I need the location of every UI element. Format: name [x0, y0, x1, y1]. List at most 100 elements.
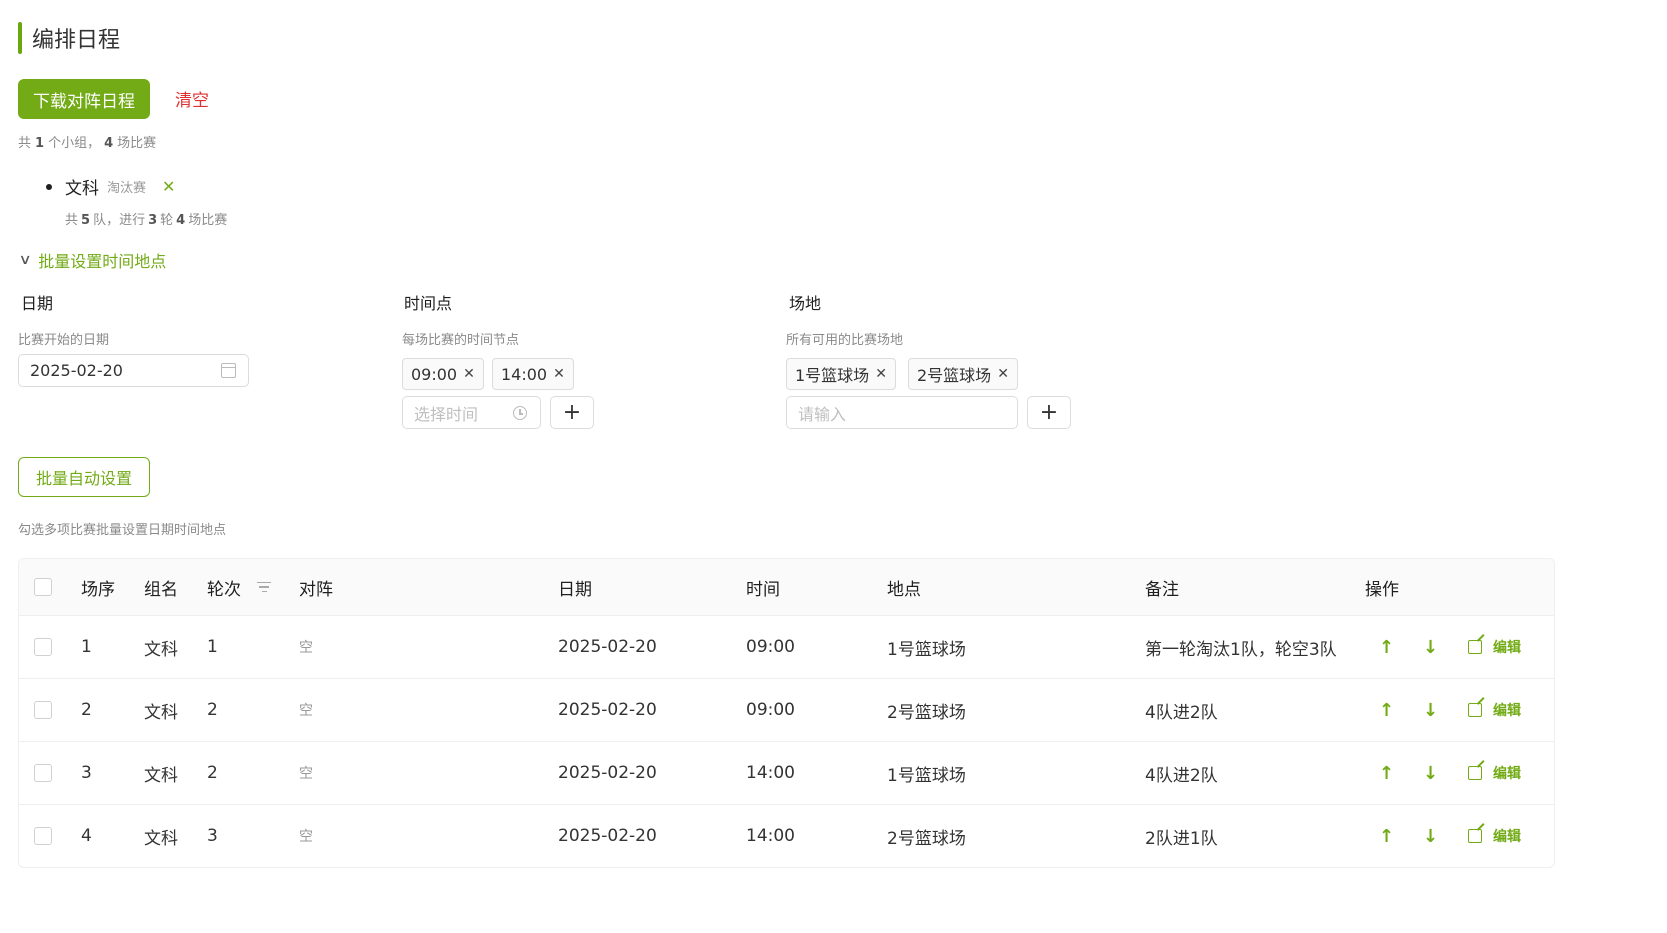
column-header-actions: 操作 — [1365, 579, 1399, 600]
cell-time: 14:00 — [746, 763, 795, 783]
time-tag: 14:00 ✕ — [492, 358, 574, 390]
edit-button[interactable]: 编辑 — [1468, 742, 1521, 804]
cell-match: 空 — [299, 640, 313, 656]
row-checkbox[interactable] — [34, 827, 52, 845]
move-down-icon[interactable]: ↓ — [1423, 805, 1438, 867]
column-header-time: 时间 — [746, 579, 780, 600]
cell-round: 2 — [207, 700, 218, 720]
remove-group-icon[interactable]: ✕ — [162, 177, 175, 196]
time-hint: 每场比赛的时间节点 — [402, 333, 520, 348]
edit-button[interactable]: 编辑 — [1468, 616, 1521, 678]
clear-button[interactable]: 清空 — [175, 86, 209, 111]
edit-button[interactable]: 编辑 — [1468, 805, 1521, 867]
cell-match: 空 — [299, 829, 313, 845]
column-header-date: 日期 — [558, 579, 592, 600]
start-date-input[interactable]: 2025-02-20 — [18, 354, 249, 387]
start-date-value: 2025-02-20 — [30, 361, 123, 380]
bullet-icon — [46, 183, 52, 190]
cell-seq: 3 — [81, 763, 92, 783]
move-down-icon[interactable]: ↓ — [1423, 742, 1438, 804]
cell-note: 2队进1队 — [1145, 828, 1218, 849]
venue-tag: 2号篮球场 ✕ — [908, 358, 1018, 390]
cell-note: 4队进2队 — [1145, 702, 1218, 723]
edit-label: 编辑 — [1493, 766, 1521, 782]
venue-input[interactable]: 请输入 — [786, 396, 1018, 429]
venue-label: 场地 — [789, 294, 822, 313]
venue-hint: 所有可用的比赛场地 — [786, 333, 904, 348]
edit-label: 编辑 — [1493, 640, 1521, 656]
clock-icon — [513, 406, 527, 420]
column-header-seq: 场序 — [81, 579, 115, 600]
cell-note: 4队进2队 — [1145, 765, 1218, 786]
move-up-icon[interactable]: ↑ — [1379, 616, 1394, 678]
chevron-down-icon: ∨ — [18, 252, 32, 268]
cell-seq: 1 — [81, 637, 92, 657]
cell-group: 文科 — [144, 639, 178, 660]
table-row: 2 文科 2 空 2025-02-20 09:00 2号篮球场 4队进2队 ↑ … — [19, 678, 1554, 741]
column-header-note: 备注 — [1145, 579, 1179, 600]
cell-date: 2025-02-20 — [558, 826, 657, 846]
page-title: 编排日程 — [18, 22, 120, 54]
table-header-row: 场序 组名 轮次 对阵 日期 时间 地点 备注 操作 — [19, 559, 1554, 615]
group-stats: 共 5 队，进行 3 轮 4 场比赛 — [65, 213, 228, 228]
cell-date: 2025-02-20 — [558, 700, 657, 720]
calendar-icon — [221, 363, 236, 378]
edit-icon — [1468, 640, 1482, 654]
batch-settings-title: 批量设置时间地点 — [38, 252, 167, 271]
cell-venue: 2号篮球场 — [887, 828, 966, 849]
cell-date: 2025-02-20 — [558, 637, 657, 657]
move-up-icon[interactable]: ↑ — [1379, 742, 1394, 804]
cell-match: 空 — [299, 703, 313, 719]
move-down-icon[interactable]: ↓ — [1423, 616, 1438, 678]
edit-label: 编辑 — [1493, 829, 1521, 845]
group-type: 淘汰赛 — [107, 181, 147, 196]
edit-icon — [1468, 829, 1482, 843]
batch-settings-toggle[interactable]: ∨ 批量设置时间地点 — [18, 248, 167, 272]
move-up-icon[interactable]: ↑ — [1379, 805, 1394, 867]
cell-venue: 2号篮球场 — [887, 702, 966, 723]
edit-icon — [1468, 766, 1482, 780]
close-icon[interactable]: ✕ — [875, 366, 887, 382]
group-name: 文科 — [65, 179, 99, 199]
cell-match: 空 — [299, 766, 313, 782]
cell-round: 3 — [207, 826, 218, 846]
close-icon[interactable]: ✕ — [463, 366, 475, 382]
row-checkbox[interactable] — [34, 764, 52, 782]
date-hint: 比赛开始的日期 — [18, 333, 110, 348]
cell-date: 2025-02-20 — [558, 763, 657, 783]
batch-hint: 勾选多项比赛批量设置日期时间地点 — [18, 523, 227, 538]
cell-group: 文科 — [144, 765, 178, 786]
close-icon[interactable]: ✕ — [997, 366, 1009, 382]
edit-icon — [1468, 703, 1482, 717]
title-accent-bar — [18, 22, 22, 54]
cell-seq: 4 — [81, 826, 92, 846]
cell-time: 14:00 — [746, 826, 795, 846]
select-all-checkbox[interactable] — [34, 578, 52, 596]
move-down-icon[interactable]: ↓ — [1423, 679, 1438, 741]
cell-venue: 1号篮球场 — [887, 639, 966, 660]
download-schedule-button[interactable]: 下载对阵日程 — [18, 79, 150, 119]
table-row: 1 文科 1 空 2025-02-20 09:00 1号篮球场 第一轮淘汰1队，… — [19, 615, 1554, 678]
table-row: 4 文科 3 空 2025-02-20 14:00 2号篮球场 2队进1队 ↑ … — [19, 804, 1554, 867]
row-checkbox[interactable] — [34, 701, 52, 719]
add-venue-button[interactable]: + — [1027, 396, 1071, 429]
edit-button[interactable]: 编辑 — [1468, 679, 1521, 741]
page-title-text: 编排日程 — [32, 28, 121, 53]
time-picker-input[interactable]: 选择时间 — [402, 396, 541, 429]
schedule-table: 场序 组名 轮次 对阵 日期 时间 地点 备注 操作 1 文科 1 空 2025… — [18, 558, 1555, 868]
column-header-venue: 地点 — [887, 579, 921, 600]
move-up-icon[interactable]: ↑ — [1379, 679, 1394, 741]
filter-icon[interactable] — [257, 581, 271, 593]
cell-venue: 1号篮球场 — [887, 765, 966, 786]
column-header-match: 对阵 — [299, 579, 333, 600]
batch-auto-set-button[interactable]: 批量自动设置 — [18, 457, 150, 497]
close-icon[interactable]: ✕ — [553, 366, 565, 382]
group-list-item: 文科 淘汰赛 ✕ — [46, 174, 175, 199]
add-time-button[interactable]: + — [550, 396, 594, 429]
cell-time: 09:00 — [746, 637, 795, 657]
time-label: 时间点 — [404, 294, 453, 313]
row-checkbox[interactable] — [34, 638, 52, 656]
cell-seq: 2 — [81, 700, 92, 720]
edit-label: 编辑 — [1493, 703, 1521, 719]
cell-round: 1 — [207, 637, 218, 657]
